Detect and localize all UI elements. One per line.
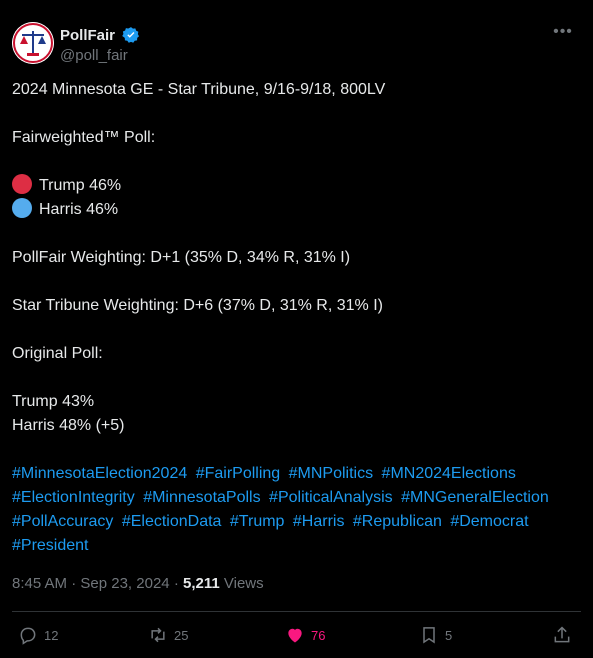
reply-count: 12 bbox=[44, 627, 59, 643]
hashtag-link[interactable]: #President bbox=[12, 537, 89, 554]
hashtag-link[interactable]: #MNPolitics bbox=[289, 465, 373, 482]
original-poll-label: Original Poll: bbox=[12, 345, 103, 362]
share-button[interactable] bbox=[552, 622, 578, 648]
action-bar: 12 25 76 5 bbox=[12, 622, 582, 648]
hashtag-link[interactable]: #Democrat bbox=[450, 513, 528, 530]
repost-icon bbox=[151, 627, 165, 643]
heart-icon bbox=[288, 628, 302, 643]
reply-button[interactable]: 12 bbox=[18, 622, 58, 648]
bookmark-count: 5 bbox=[445, 627, 453, 643]
tweet-time[interactable]: 8:45 AM bbox=[12, 575, 67, 592]
pollfair-weighting: PollFair Weighting: D+1 (35% D, 34% R, 3… bbox=[12, 249, 351, 266]
reply-icon bbox=[20, 627, 36, 645]
avatar[interactable] bbox=[12, 22, 54, 64]
hashtag-link[interactable]: #Harris bbox=[293, 513, 345, 530]
trump-fairweighted: Trump 46% bbox=[12, 174, 582, 198]
tweet-header: PollFair @poll_fair ••• bbox=[12, 20, 581, 66]
verified-badge-icon bbox=[122, 27, 140, 43]
views-count: 5,211 bbox=[182, 575, 220, 592]
bookmark-icon bbox=[423, 627, 435, 644]
like-button[interactable]: 76 bbox=[285, 622, 325, 648]
hashtag-link[interactable]: #MN2024Elections bbox=[382, 465, 516, 482]
harris-fw-text: Harris 46% bbox=[39, 201, 119, 218]
hashtag-link[interactable]: #ElectionIntegrity bbox=[12, 489, 135, 506]
red-circle-icon bbox=[12, 174, 32, 194]
repost-button[interactable]: 25 bbox=[148, 622, 188, 648]
share-icon bbox=[554, 626, 570, 643]
hashtag-link[interactable]: #MinnesotaPolls bbox=[143, 489, 260, 506]
harris-original: Harris 48% (+5) bbox=[12, 417, 125, 434]
harris-fairweighted: Harris 46% bbox=[12, 198, 582, 222]
hashtag-link[interactable]: #Trump bbox=[230, 513, 285, 530]
startribune-weighting: Star Tribune Weighting: D+6 (37% D, 31% … bbox=[12, 297, 383, 314]
repost-count: 25 bbox=[174, 627, 189, 643]
hashtag-list: #MinnesotaElection2024 #FairPolling #MNP… bbox=[12, 462, 582, 558]
poll-title: 2024 Minnesota GE - Star Tribune, 9/16-9… bbox=[12, 81, 386, 98]
hashtag-link[interactable]: #Republican bbox=[353, 513, 442, 530]
hashtag-link[interactable]: #ElectionData bbox=[122, 513, 222, 530]
trump-fw-text: Trump 46% bbox=[39, 177, 122, 194]
hashtag-link[interactable]: #PoliticalAnalysis bbox=[269, 489, 393, 506]
more-options-icon[interactable]: ••• bbox=[551, 20, 575, 44]
handle[interactable]: @poll_fair bbox=[60, 47, 140, 64]
divider bbox=[12, 611, 581, 612]
separator-dot: · bbox=[71, 575, 81, 592]
display-name[interactable]: PollFair bbox=[60, 27, 115, 44]
bookmark-button[interactable]: 5 bbox=[419, 622, 452, 648]
fairweighted-label: Fairweighted™ Poll: bbox=[12, 129, 156, 146]
blue-circle-icon bbox=[12, 198, 32, 218]
tweet-body: 2024 Minnesota GE - Star Tribune, 9/16-9… bbox=[12, 78, 582, 558]
trump-original: Trump 43% bbox=[12, 393, 95, 410]
hashtag-link[interactable]: #MNGeneralElection bbox=[401, 489, 549, 506]
views-label: Views bbox=[223, 575, 264, 592]
hashtag-link[interactable]: #FairPolling bbox=[196, 465, 280, 482]
tweet-meta: 8:45 AM · Sep 23, 2024 · 5,211 Views bbox=[12, 575, 264, 592]
like-count: 76 bbox=[311, 627, 326, 643]
scales-logo-icon bbox=[12, 22, 54, 64]
separator-dot: · bbox=[173, 575, 183, 592]
hashtag-link[interactable]: #PollAccuracy bbox=[12, 513, 113, 530]
tweet-date[interactable]: Sep 23, 2024 bbox=[80, 575, 169, 592]
hashtag-link[interactable]: #MinnesotaElection2024 bbox=[12, 465, 187, 482]
